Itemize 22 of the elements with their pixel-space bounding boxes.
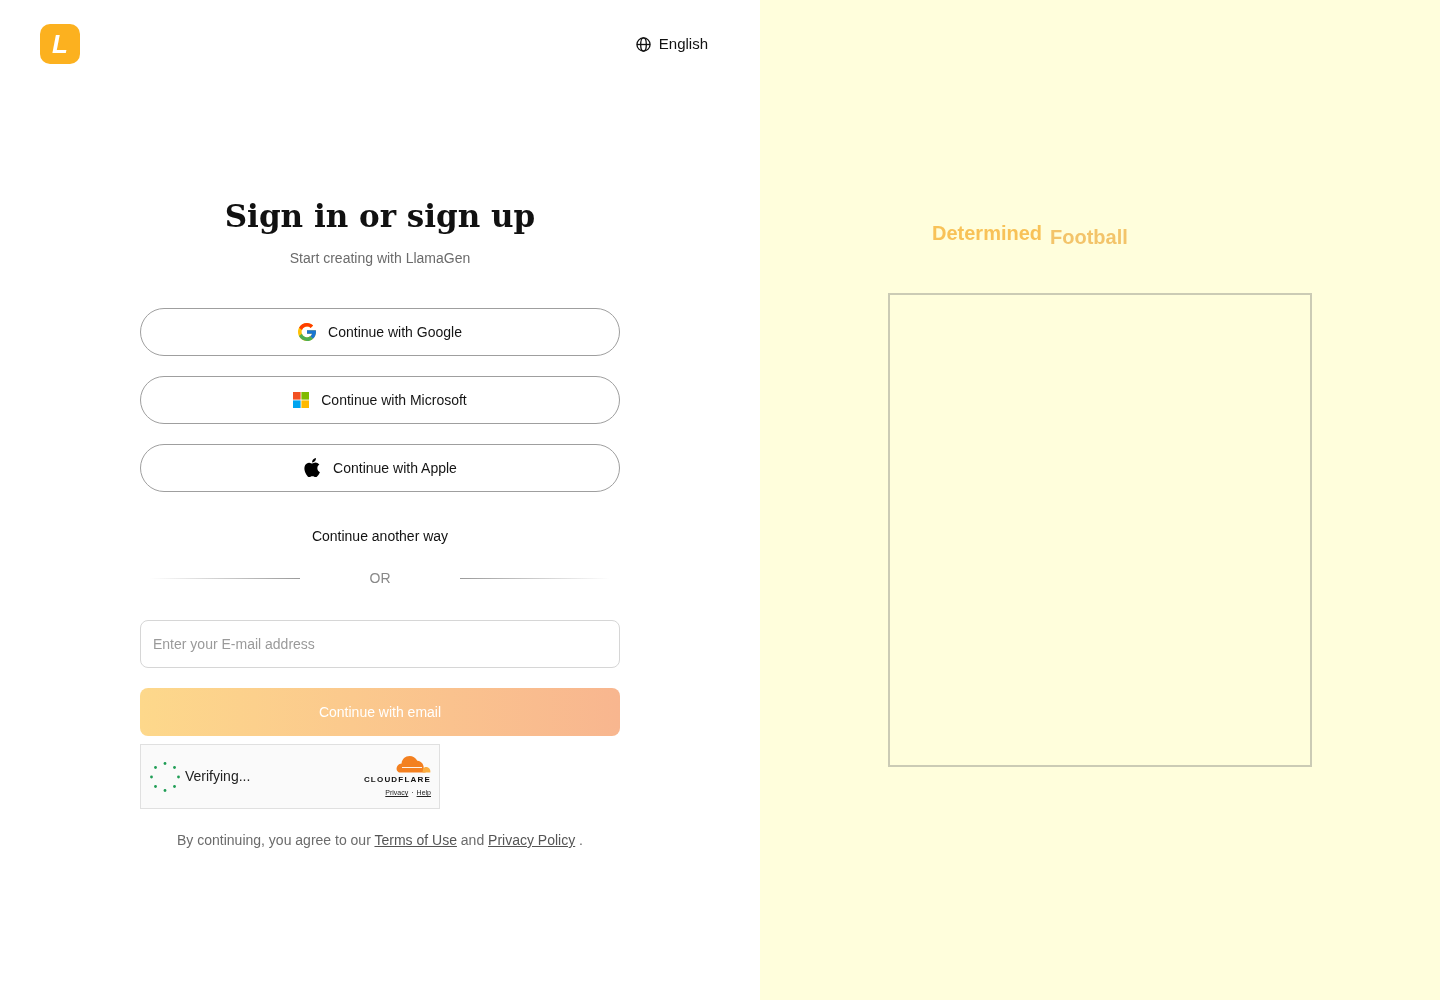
captcha-brand: CLOUDFLARE <box>363 775 431 785</box>
google-icon <box>298 323 317 341</box>
language-button[interactable]: English <box>635 32 708 56</box>
page-title: Sign in or sign up <box>223 197 537 236</box>
globe-icon <box>635 36 651 52</box>
cloud-icon <box>395 756 431 773</box>
email-field[interactable]: Enter your E-mail address <box>140 620 620 668</box>
alternative-heading: Continue another way <box>310 527 450 546</box>
windows-logo-icon <box>293 392 310 408</box>
microsoft-signin-button[interactable]: Continue with Microsoft <box>140 376 620 424</box>
divider-label: OR <box>369 568 391 588</box>
spinner-icon <box>149 760 181 793</box>
apple-icon <box>303 458 322 478</box>
policy-link[interactable]: Terms of Use <box>374 832 457 848</box>
apple-signin-button[interactable]: Continue with Apple <box>140 444 620 492</box>
subtitle-text: Start creating with LlamaGen <box>288 249 472 268</box>
caption-word: Determined <box>932 221 1043 245</box>
policy-link[interactable]: Privacy Policy <box>488 832 576 848</box>
captcha-status: Verifying... <box>185 767 251 786</box>
google-signin-button[interactable]: Continue with Google <box>140 308 620 356</box>
caption-word: Football <box>1050 225 1128 249</box>
terms-text: By continuing, you agree to our Terms of Use and Privacy Policy . <box>176 831 584 850</box>
